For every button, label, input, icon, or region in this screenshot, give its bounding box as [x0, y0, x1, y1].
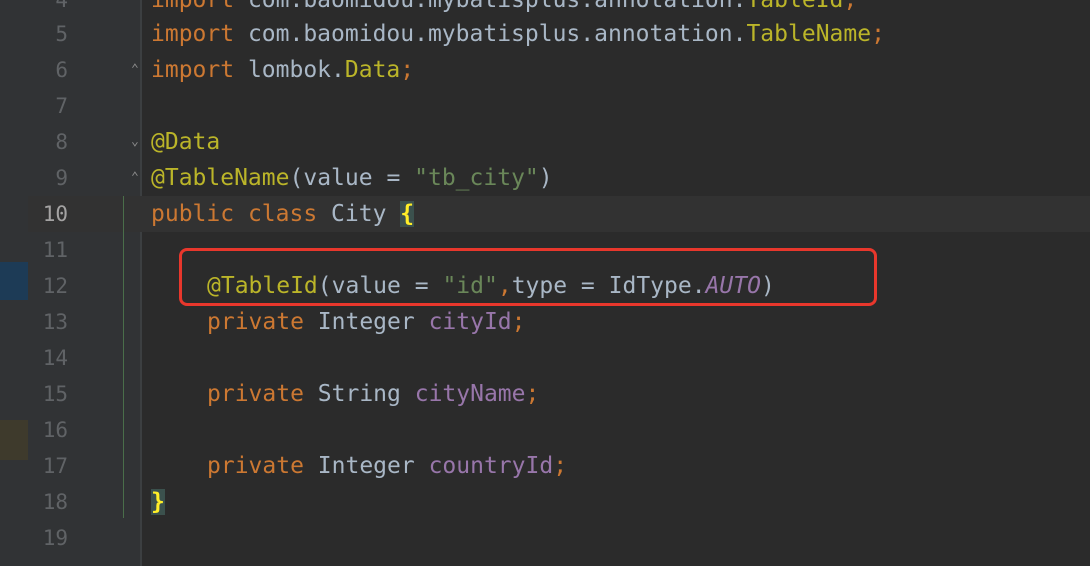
field-name: cityName — [414, 381, 526, 407]
semicolon: ; — [511, 309, 526, 335]
line-number: 17 — [42, 454, 68, 478]
semicolon: ; — [400, 57, 415, 83]
code-line-6[interactable]: import lombok.Data; — [151, 52, 414, 88]
semicolon: ; — [871, 21, 885, 47]
keyword: private — [207, 309, 304, 335]
code-line-5[interactable]: import com.baomidou.mybatisplus.annotati… — [151, 16, 885, 52]
code-line-13[interactable]: private Integer cityId; — [207, 304, 526, 340]
line-number: 11 — [42, 238, 68, 262]
fold-end-icon[interactable]: ⌃ — [131, 62, 143, 78]
annotation: @Data — [151, 129, 221, 155]
package-path: lombok. — [234, 57, 345, 83]
keyword: private — [207, 381, 304, 407]
code-line-18[interactable]: } — [151, 484, 165, 520]
line-number: 15 — [42, 382, 68, 406]
type-name: Integer — [303, 453, 429, 479]
code-line-10[interactable]: public class City { — [151, 196, 415, 232]
package-path: com.baomidou.mybatisplus.annotation. — [234, 0, 747, 13]
line-number: 9 — [55, 166, 68, 190]
class-ref: Data — [344, 57, 401, 83]
paren-open: ( — [289, 165, 304, 191]
line-number: 18 — [42, 490, 68, 514]
field-name: cityId — [428, 309, 512, 335]
semicolon: ; — [553, 453, 568, 479]
keyword: import — [151, 57, 235, 83]
strip-marker-warning — [0, 420, 28, 460]
annotation: @TableName — [151, 165, 290, 191]
changed-lines-marker — [123, 196, 124, 518]
equals: = — [372, 165, 415, 191]
field-name: countryId — [428, 453, 554, 479]
line-number: 7 — [55, 94, 68, 118]
keyword: import — [151, 0, 235, 13]
semicolon: ; — [525, 381, 540, 407]
keyword: public — [151, 201, 235, 227]
keyword: class — [234, 201, 318, 227]
semicolon: ; — [843, 0, 858, 13]
paren-close: ) — [538, 165, 553, 191]
highlight-box — [179, 248, 877, 306]
code-line-17[interactable]: private Integer countryId; — [207, 448, 567, 484]
class-name: City — [317, 201, 401, 227]
code-editor[interactable]: 4 5 6 7 8 9 10 11 12 13 14 15 16 17 18 1… — [0, 0, 1090, 566]
type-name: Integer — [303, 309, 429, 335]
type-name: String — [303, 381, 415, 407]
class-ref: TableName — [746, 21, 872, 47]
code-line-9[interactable]: @TableName(value = "tb_city") — [151, 160, 553, 196]
keyword: private — [207, 453, 304, 479]
class-ref: TableId — [746, 0, 844, 13]
code-line-8[interactable]: @Data — [151, 124, 220, 160]
matched-brace: { — [400, 201, 415, 227]
line-number: 12 — [42, 274, 68, 298]
line-number: 14 — [42, 346, 68, 370]
line-number: 13 — [42, 310, 68, 334]
string-literal: "tb_city" — [414, 165, 539, 191]
line-number: 19 — [42, 526, 68, 550]
line-number-current: 10 — [42, 202, 68, 226]
fold-start-icon[interactable]: ⌄ — [131, 134, 143, 150]
gutter-divider — [140, 0, 142, 566]
package-path: com.baomidou.mybatisplus.annotation. — [234, 21, 747, 47]
fold-end-icon[interactable]: ⌃ — [131, 170, 143, 186]
matched-brace: } — [151, 489, 165, 515]
keyword: import — [151, 21, 235, 47]
param-name: value — [303, 165, 373, 191]
strip-marker-selected — [0, 262, 28, 300]
line-number: 8 — [55, 130, 68, 154]
line-number: 5 — [55, 22, 68, 46]
line-number: 16 — [42, 418, 68, 442]
line-number: 6 — [55, 58, 68, 82]
code-line-15[interactable]: private String cityName; — [207, 376, 539, 412]
